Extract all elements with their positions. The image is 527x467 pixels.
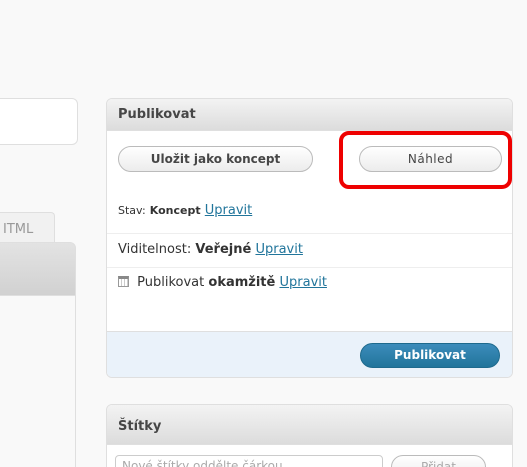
highlight-frame xyxy=(339,131,512,189)
visibility-edit-link[interactable]: Upravit xyxy=(255,242,302,257)
publish-time-edit-link[interactable]: Upravit xyxy=(279,275,326,290)
tab-html-label: ITML xyxy=(3,222,34,237)
save-draft-button[interactable]: Uložit jako koncept xyxy=(118,146,313,172)
editor-toolbar xyxy=(0,242,76,296)
tag-input[interactable]: Nové štítky oddělte čárkou xyxy=(115,455,383,467)
publish-when-value: okamžitě xyxy=(208,275,276,290)
publish-box-footer: Publikovat xyxy=(107,331,512,377)
calendar-icon xyxy=(118,276,129,287)
publish-time-row: Publikovat okamžitě Upravit xyxy=(107,267,512,301)
publish-box-title: Publikovat xyxy=(107,99,512,131)
status-row: Stav: Koncept Upravit xyxy=(107,199,512,233)
post-title-input[interactable] xyxy=(0,98,78,145)
publish-label: Publikovat xyxy=(137,275,205,290)
editor-area[interactable] xyxy=(0,295,76,467)
status-value: Koncept xyxy=(149,204,201,217)
tab-html[interactable]: ITML xyxy=(0,212,55,243)
publish-button[interactable]: Publikovat xyxy=(360,343,500,368)
status-label: Stav: xyxy=(118,204,146,217)
visibility-label: Viditelnost: xyxy=(118,242,192,257)
tags-box: Štítky Nové štítky oddělte čárkou Přidat xyxy=(106,404,513,467)
visibility-row: Viditelnost: Veřejné Upravit xyxy=(107,233,512,267)
tags-box-title: Štítky xyxy=(107,405,512,445)
status-edit-link[interactable]: Upravit xyxy=(205,203,252,218)
visibility-value: Veřejné xyxy=(195,242,252,257)
add-tag-button[interactable]: Přidat xyxy=(391,455,486,467)
